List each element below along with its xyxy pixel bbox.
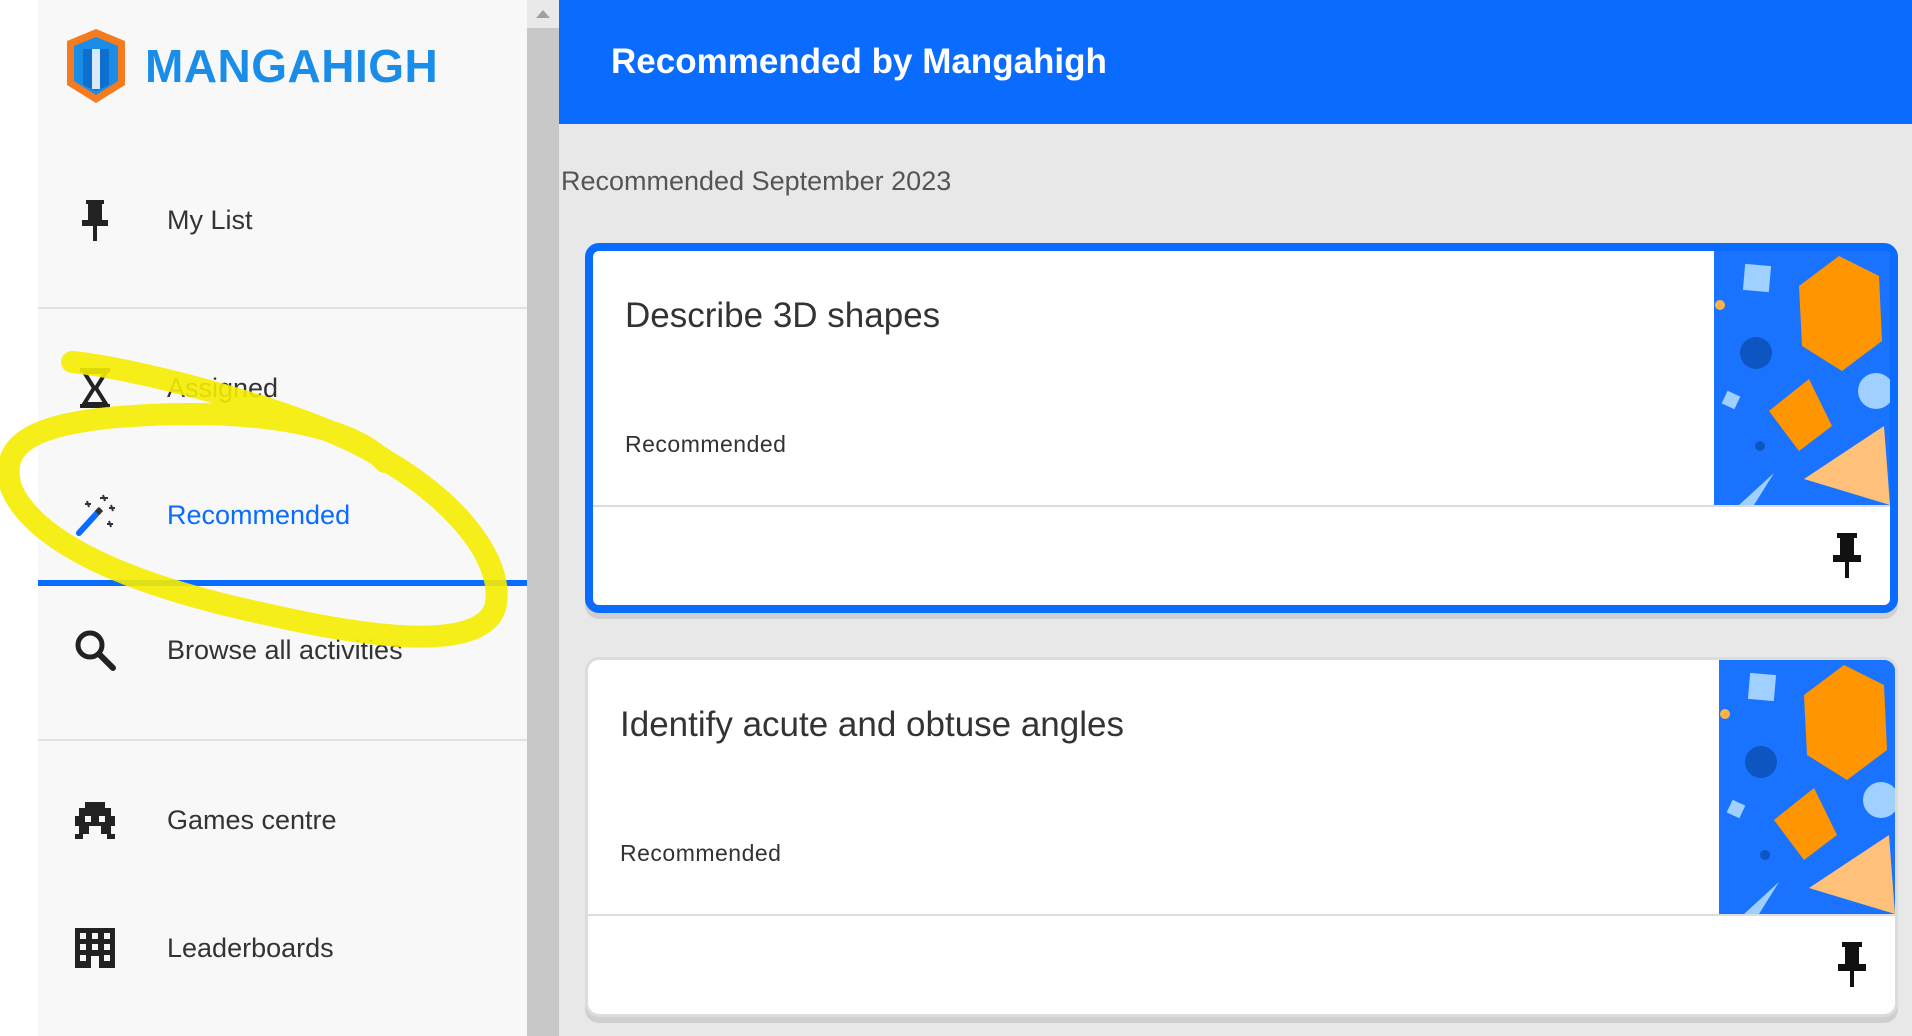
activity-card[interactable]: Identify acute and obtuse angles Recomme… [585,657,1898,1017]
sidebar-item-label: My List [167,204,253,235]
sidebar-item-label: Assigned [167,372,279,403]
search-icon [73,628,117,672]
sidebar-scrollbar[interactable] [527,0,559,1036]
pin-icon[interactable] [1830,531,1870,581]
pin-icon [73,198,117,242]
sidebar-item-label: Browse all activities [167,634,403,665]
card-title: Identify acute and obtuse angles [620,705,1124,744]
building-icon [73,926,117,970]
card-status: Recommended [625,431,787,457]
sidebar-item-label: Leaderboards [167,932,334,963]
sidebar-divider [38,739,527,741]
sidebar-item-leaderboards[interactable]: Leaderboards [38,888,527,1008]
card-thumbnail-shapes-icon [1719,660,1895,914]
sidebar-divider [38,307,527,309]
page-header: Recommended by Mangahigh [559,0,1912,124]
section-title: Recommended September 2023 [561,166,952,196]
card-title: Describe 3D shapes [625,296,941,335]
sidebar-item-assigned[interactable]: Assigned [38,328,527,448]
page-title: Recommended by Mangahigh [611,42,1107,81]
sidebar-item-browse-all-activities[interactable]: Browse all activities [38,590,527,710]
activity-card[interactable]: Describe 3D shapes Recommended [585,243,1898,613]
magic-wand-icon [73,493,117,537]
card-footer [593,507,1890,605]
sidebar-item-games-centre[interactable]: Games centre [38,760,527,880]
mangahigh-logo[interactable]: MANGAHIGH [65,26,438,106]
scroll-up-arrow-icon[interactable] [527,0,559,28]
sidebar-item-label: Recommended [167,499,351,530]
card-body[interactable]: Describe 3D shapes Recommended [593,251,1890,507]
pin-icon[interactable] [1835,940,1875,990]
sidebar-item-recommended[interactable]: Recommended [38,455,527,575]
sidebar-item-label: Games centre [167,804,337,835]
main-content: Recommended by Mangahigh Recommended Sep… [559,0,1912,1036]
space-invader-icon [73,798,117,842]
card-body[interactable]: Identify acute and obtuse angles Recomme… [588,660,1895,916]
brand-name: MANGAHIGH [145,40,439,92]
mangahigh-shield-icon [67,29,125,103]
sidebar: MANGAHIGH My List Assigned Recommended B… [38,0,527,1036]
sidebar-item-my-list[interactable]: My List [38,160,527,280]
card-thumbnail-shapes-icon [1714,251,1890,505]
active-tab-indicator [38,580,527,586]
hourglass-icon [73,366,117,410]
card-footer [588,916,1895,1014]
card-status: Recommended [620,840,782,866]
